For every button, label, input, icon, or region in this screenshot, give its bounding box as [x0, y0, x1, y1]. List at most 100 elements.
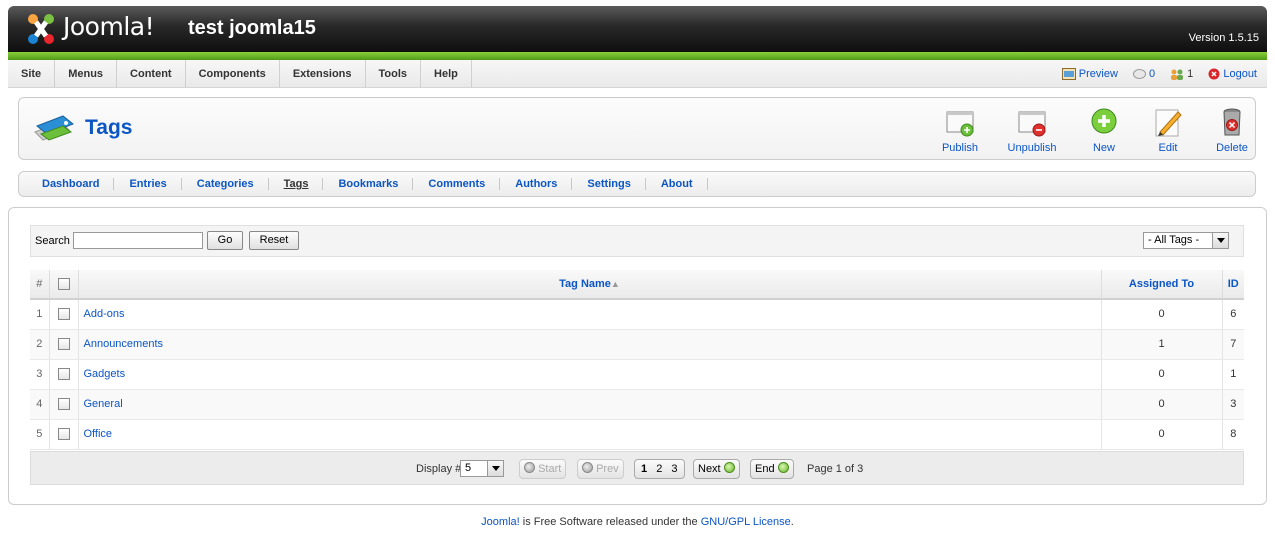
menu-content[interactable]: Content [117, 60, 186, 88]
end-button[interactable]: End [750, 459, 794, 479]
row-checkbox[interactable] [57, 368, 70, 381]
row-tag-name: Announcements [78, 329, 1102, 360]
toolbar-box: Tags Publish Unpublish New Edit Delete [18, 97, 1256, 160]
edit-icon [1155, 109, 1182, 137]
start-icon [524, 462, 535, 473]
submenu-authors[interactable]: Authors [500, 172, 573, 196]
table-row: 3 Gadgets 0 1 [30, 359, 1244, 390]
row-select [49, 329, 79, 360]
header-num: # [30, 270, 50, 300]
select-all-checkbox[interactable] [57, 278, 70, 291]
row-id: 6 [1222, 299, 1244, 330]
row-tag-name: General [78, 389, 1102, 420]
messages-icon [1132, 68, 1146, 79]
submenu-dashboard[interactable]: Dashboard [19, 172, 115, 196]
header-accent-bar [8, 52, 1267, 60]
header-id[interactable]: ID [1222, 270, 1244, 300]
pagination-bar: Display # 5 Start Prev 1 2 3 Next End Pa… [30, 451, 1244, 485]
logout-link[interactable]: Logout [1208, 68, 1257, 80]
start-button: Start [519, 459, 567, 479]
publish-icon [946, 111, 974, 137]
page-3[interactable]: 3 [668, 463, 680, 475]
new-button[interactable]: New [1074, 106, 1134, 154]
page-2[interactable]: 2 [653, 463, 665, 475]
main-menubar: Site Menus Content Components Extensions… [8, 60, 1267, 88]
submenu-about[interactable]: About [646, 172, 708, 196]
menu-site[interactable]: Site [8, 60, 56, 88]
submenu-bookmarks[interactable]: Bookmarks [323, 172, 414, 196]
tag-filter-select[interactable]: - All Tags - [1143, 232, 1229, 249]
page-title: Tags [85, 116, 133, 139]
license-link[interactable]: GNU/GPL License [701, 516, 791, 528]
messages-count[interactable]: 0 [1132, 68, 1158, 80]
chevron-down-icon [487, 461, 503, 476]
next-button[interactable]: Next [693, 459, 740, 479]
row-checkbox[interactable] [57, 308, 70, 321]
edit-button[interactable]: Edit [1138, 106, 1198, 154]
row-num: 3 [30, 359, 50, 390]
row-assigned: 0 [1101, 389, 1223, 420]
unpublish-icon [1018, 111, 1046, 137]
row-assigned: 1 [1101, 329, 1223, 360]
search-input[interactable] [73, 232, 203, 249]
row-id: 1 [1222, 359, 1244, 390]
row-assigned: 0 [1101, 359, 1223, 390]
submenu-settings[interactable]: Settings [572, 172, 647, 196]
menu-help[interactable]: Help [421, 60, 472, 88]
reset-button[interactable]: Reset [249, 231, 299, 250]
preview-link[interactable]: Preview [1061, 68, 1121, 81]
row-id: 7 [1222, 329, 1244, 360]
trash-icon [1223, 108, 1241, 136]
go-button[interactable]: Go [207, 231, 243, 250]
submenu-comments[interactable]: Comments [413, 172, 501, 196]
row-select [49, 389, 79, 420]
tag-link[interactable]: Office [84, 428, 113, 440]
footer-period: . [790, 516, 794, 528]
row-tag-name: Add-ons [78, 299, 1102, 330]
joomla-link[interactable]: Joomla! [481, 516, 520, 528]
publish-button[interactable]: Publish [930, 106, 990, 154]
display-limit-select[interactable]: 5 [460, 460, 504, 477]
header-assigned-to[interactable]: Assigned To [1101, 270, 1223, 300]
row-checkbox[interactable] [57, 398, 70, 411]
row-checkbox[interactable] [57, 428, 70, 441]
logo-text: Joomla! [63, 12, 155, 41]
menu-extensions[interactable]: Extensions [280, 60, 366, 88]
page-1: 1 [641, 463, 648, 475]
row-select [49, 419, 79, 450]
display-label: Display # [416, 463, 462, 475]
delete-button[interactable]: Delete [1202, 106, 1262, 154]
menu-components[interactable]: Components [186, 60, 280, 88]
menu-menus[interactable]: Menus [55, 60, 118, 88]
row-checkbox[interactable] [57, 338, 70, 351]
footer-text: is Free Software released under the [519, 516, 701, 528]
users-icon [1171, 69, 1184, 80]
menu-tools[interactable]: Tools [366, 60, 422, 88]
row-id: 3 [1222, 389, 1244, 420]
unpublish-button[interactable]: Unpublish [1002, 106, 1062, 154]
tag-link[interactable]: Gadgets [84, 368, 126, 380]
table-row: 2 Announcements 1 7 [30, 329, 1244, 360]
submenu-entries[interactable]: Entries [114, 172, 183, 196]
row-select [49, 299, 79, 330]
submenu-tags[interactable]: Tags [269, 172, 324, 196]
prev-icon [582, 462, 593, 473]
tags-table: # Tag Name▲ Assigned To ID 1 Add-ons 0 6 [30, 270, 1244, 450]
page-info: Page 1 of 3 [807, 463, 864, 475]
row-tag-name: Gadgets [78, 359, 1102, 390]
tag-link[interactable]: General [84, 398, 123, 410]
table-row: 5 Office 0 8 [30, 419, 1244, 450]
sort-asc-icon: ▲ [610, 279, 620, 289]
filter-bar: Search Go Reset - All Tags - [30, 225, 1244, 257]
tag-link[interactable]: Announcements [84, 338, 164, 350]
next-icon [723, 462, 735, 473]
submenu-categories[interactable]: Categories [182, 172, 269, 196]
row-num: 5 [30, 419, 50, 450]
logout-icon [1208, 68, 1220, 80]
header-tag-name[interactable]: Tag Name▲ [78, 270, 1102, 300]
tag-link[interactable]: Add-ons [84, 308, 125, 320]
preview-icon [1061, 68, 1076, 81]
users-online-count: 1 [1170, 68, 1196, 80]
status-area: Preview 0 1 Logout [1050, 60, 1257, 88]
row-id: 8 [1222, 419, 1244, 450]
